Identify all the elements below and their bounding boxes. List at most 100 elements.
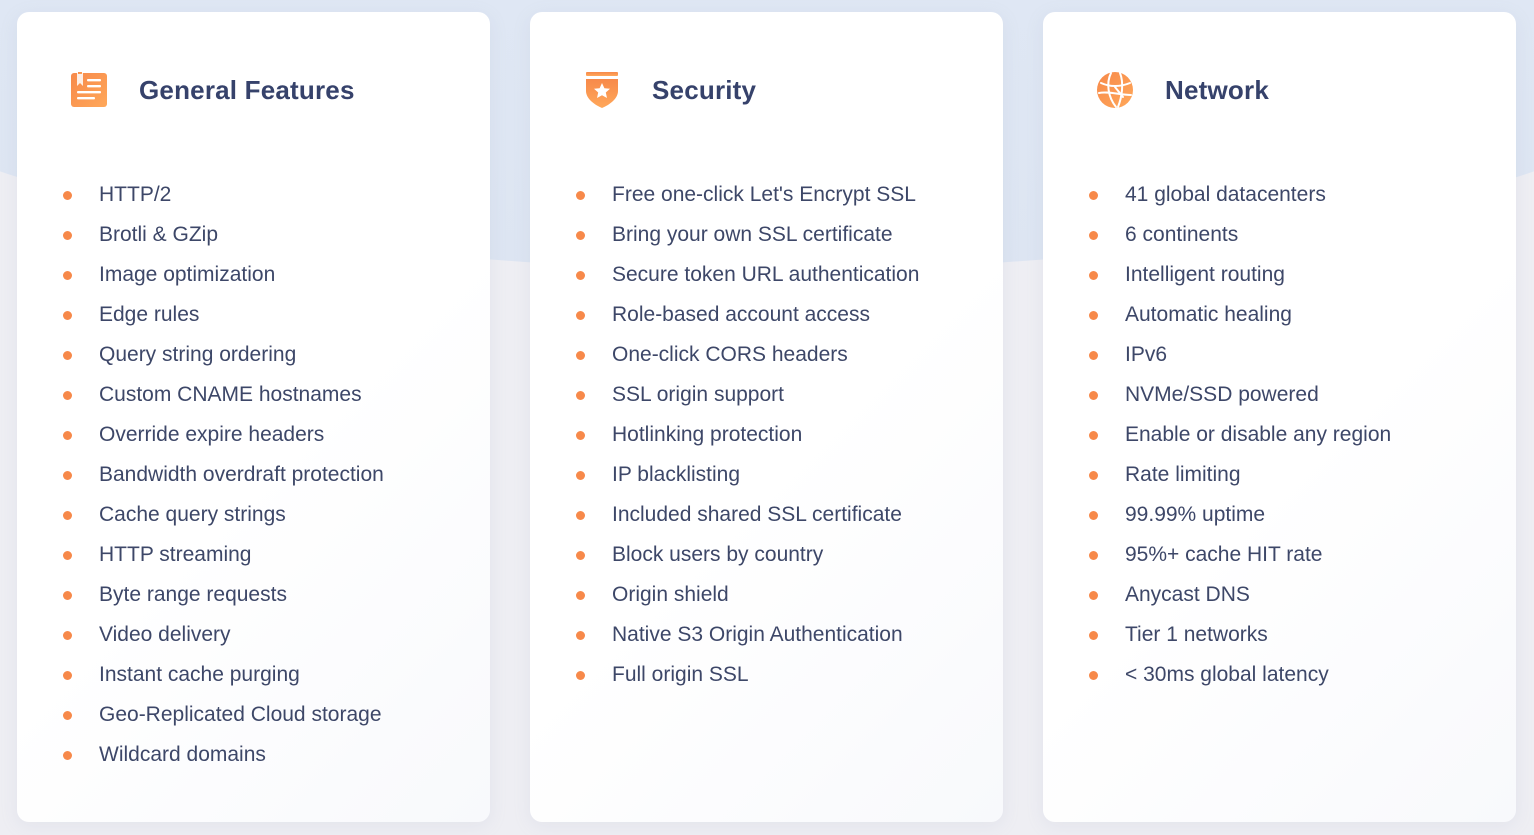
list-item: One-click CORS headers bbox=[576, 335, 919, 375]
list-item: Hotlinking protection bbox=[576, 415, 919, 455]
bullet-icon bbox=[576, 670, 585, 680]
feature-text: IPv6 bbox=[1125, 343, 1168, 366]
bullet-icon bbox=[1089, 310, 1098, 320]
card-security: Security Free one-click Let's Encrypt SS… bbox=[530, 12, 1003, 822]
feature-text: Origin shield bbox=[612, 583, 729, 606]
list-item: 41 global datacenters bbox=[1089, 175, 1391, 215]
bullet-icon bbox=[1089, 470, 1098, 480]
bullet-icon bbox=[576, 390, 585, 400]
list-item: Automatic healing bbox=[1089, 295, 1391, 335]
feature-text: Video delivery bbox=[99, 623, 231, 646]
shield-star-icon bbox=[582, 70, 622, 110]
list-item: Cache query strings bbox=[63, 495, 384, 535]
feature-text: One-click CORS headers bbox=[612, 343, 848, 366]
feature-text: Hotlinking protection bbox=[612, 423, 803, 446]
feature-text: Enable or disable any region bbox=[1125, 423, 1392, 446]
bullet-icon bbox=[1089, 270, 1098, 280]
list-item: Override expire headers bbox=[63, 415, 384, 455]
feature-text: Tier 1 networks bbox=[1125, 623, 1268, 646]
bullet-icon bbox=[1089, 590, 1098, 600]
feature-text: Instant cache purging bbox=[99, 663, 300, 686]
bullet-icon bbox=[63, 310, 72, 320]
feature-text: Free one-click Let's Encrypt SSL bbox=[612, 183, 916, 206]
feature-text: Edge rules bbox=[99, 303, 200, 326]
feature-text: Wildcard domains bbox=[99, 743, 266, 766]
list-item: Bring your own SSL certificate bbox=[576, 215, 919, 255]
feature-text: Intelligent routing bbox=[1125, 263, 1285, 286]
feature-text: Block users by country bbox=[612, 543, 824, 566]
list-item: 99.99% uptime bbox=[1089, 495, 1391, 535]
feature-text: Custom CNAME hostnames bbox=[99, 383, 362, 406]
list-item: Custom CNAME hostnames bbox=[63, 375, 384, 415]
feature-text: Full origin SSL bbox=[612, 663, 749, 686]
list-item: Native S3 Origin Authentication bbox=[576, 615, 919, 655]
feature-text: 6 continents bbox=[1125, 223, 1239, 246]
list-item: SSL origin support bbox=[576, 375, 919, 415]
list-item: Video delivery bbox=[63, 615, 384, 655]
list-item: Intelligent routing bbox=[1089, 255, 1391, 295]
list-item: IPv6 bbox=[1089, 335, 1391, 375]
bullet-icon bbox=[1089, 350, 1098, 360]
list-item: Edge rules bbox=[63, 295, 384, 335]
bullet-icon bbox=[63, 190, 72, 200]
bullet-icon bbox=[63, 470, 72, 480]
feature-list: HTTP/2 Brotli & GZip Image optimization … bbox=[63, 175, 384, 775]
bullet-icon bbox=[63, 710, 72, 720]
bullet-icon bbox=[1089, 510, 1098, 520]
feature-text: Image optimization bbox=[99, 263, 276, 286]
list-item: Wildcard domains bbox=[63, 735, 384, 775]
feature-text: Native S3 Origin Authentication bbox=[612, 623, 903, 646]
bullet-icon bbox=[576, 230, 585, 240]
feature-text: SSL origin support bbox=[612, 383, 784, 406]
bullet-icon bbox=[63, 390, 72, 400]
feature-text: Brotli & GZip bbox=[99, 223, 219, 246]
bullet-icon bbox=[576, 270, 585, 280]
list-item: Full origin SSL bbox=[576, 655, 919, 695]
list-item: Byte range requests bbox=[63, 575, 384, 615]
feature-text: HTTP streaming bbox=[99, 543, 252, 566]
bullet-icon bbox=[63, 590, 72, 600]
card-title: General Features bbox=[139, 74, 355, 105]
feature-text: Included shared SSL certificate bbox=[612, 503, 902, 526]
list-item: < 30ms global latency bbox=[1089, 655, 1391, 695]
bullet-icon bbox=[63, 550, 72, 560]
card-title: Security bbox=[652, 74, 757, 105]
bullet-icon bbox=[576, 590, 585, 600]
list-item: Instant cache purging bbox=[63, 655, 384, 695]
feature-text: Role-based account access bbox=[612, 303, 870, 326]
feature-text: 95%+ cache HIT rate bbox=[1125, 543, 1323, 566]
list-item: 95%+ cache HIT rate bbox=[1089, 535, 1391, 575]
list-item: 6 continents bbox=[1089, 215, 1391, 255]
bullet-icon bbox=[576, 470, 585, 480]
bullet-icon bbox=[1089, 430, 1098, 440]
feature-text: Secure token URL authentication bbox=[612, 263, 920, 286]
feature-text: IP blacklisting bbox=[612, 463, 741, 486]
list-item: Included shared SSL certificate bbox=[576, 495, 919, 535]
list-item: HTTP/2 bbox=[63, 175, 384, 215]
list-item: Image optimization bbox=[63, 255, 384, 295]
list-item: Origin shield bbox=[576, 575, 919, 615]
bullet-icon bbox=[576, 430, 585, 440]
feature-text: < 30ms global latency bbox=[1125, 663, 1329, 686]
feature-text: Automatic healing bbox=[1125, 303, 1292, 326]
card-general-features: General Features HTTP/2 Brotli & GZip Im… bbox=[17, 12, 490, 822]
list-item: HTTP streaming bbox=[63, 535, 384, 575]
bullet-icon bbox=[63, 230, 72, 240]
card-header: General Features bbox=[69, 70, 355, 110]
bullet-icon bbox=[1089, 390, 1098, 400]
bullet-icon bbox=[1089, 550, 1098, 560]
list-item: Role-based account access bbox=[576, 295, 919, 335]
list-item: Tier 1 networks bbox=[1089, 615, 1391, 655]
list-item: Secure token URL authentication bbox=[576, 255, 919, 295]
list-item: Free one-click Let's Encrypt SSL bbox=[576, 175, 919, 215]
feature-text: Query string ordering bbox=[99, 343, 297, 366]
list-item: Anycast DNS bbox=[1089, 575, 1391, 615]
bullet-icon bbox=[1089, 230, 1098, 240]
feature-text: Bandwidth overdraft protection bbox=[99, 463, 384, 486]
list-item: Block users by country bbox=[576, 535, 919, 575]
feature-text: 41 global datacenters bbox=[1125, 183, 1326, 206]
feature-text: Override expire headers bbox=[99, 423, 325, 446]
bullet-icon bbox=[1089, 630, 1098, 640]
card-header: Security bbox=[582, 70, 756, 110]
bullet-icon bbox=[63, 630, 72, 640]
